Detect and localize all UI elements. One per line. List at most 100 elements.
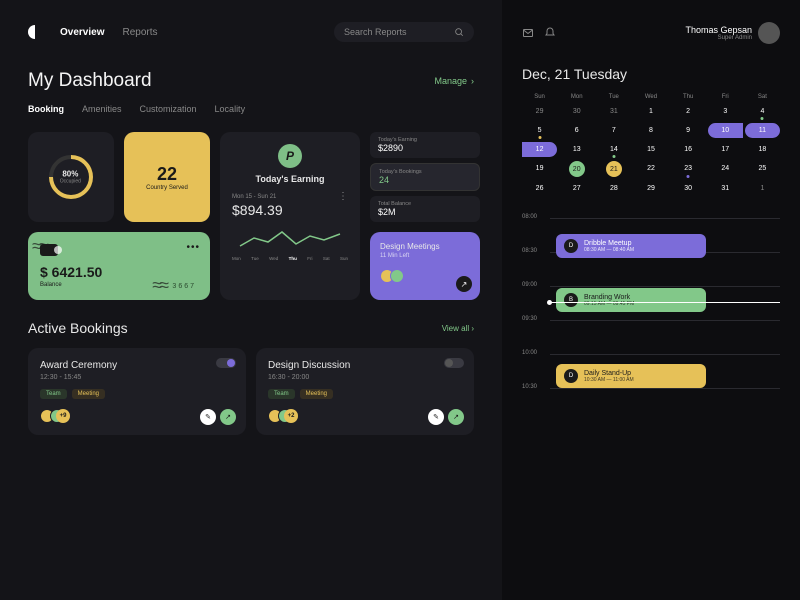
calendar-day[interactable]: 30 [559,104,594,119]
calendar-day[interactable]: 31 [596,104,631,119]
calendar-day[interactable]: 5 [522,123,557,138]
chip: Meeting [300,389,333,399]
calendar-day[interactable]: 11 [745,123,780,138]
topbar: Overview Reports Search Reports [28,22,474,42]
calendar-day[interactable]: 20 [569,161,585,177]
nav-overview[interactable]: Overview [60,27,104,38]
edit-icon[interactable]: ✎ [200,409,216,425]
tabs: Booking Amenities Customization Locality [28,104,474,114]
calendar-day[interactable]: 6 [559,123,594,138]
calendar-day[interactable]: 13 [559,142,594,157]
bell-icon[interactable] [544,27,556,39]
active-bookings-header: Active Bookings View all › [28,320,474,336]
booking-title: Award Ceremony [40,360,234,371]
nav: Overview Reports [60,27,158,38]
calendar-day[interactable]: 18 [745,142,780,157]
stat-card: Today's Bookings24 [370,163,480,191]
arrow-icon[interactable]: ↗ [456,276,472,292]
search-input[interactable]: Search Reports [334,22,474,42]
calendar-day[interactable]: 29 [633,181,668,196]
stats-column: Today's Earning$2890Today's Bookings24To… [370,132,480,222]
calendar-day[interactable]: 27 [559,181,594,196]
manage-link[interactable]: Manage › [434,76,474,86]
user-role: Super Admin [685,35,752,41]
calendar-day[interactable]: 23 [671,161,706,177]
calendar-date: Dec, 21 Tuesday [522,66,780,82]
timeline-hour: 08:00 [522,214,550,220]
side-topbar: Thomas Gepsan Super Admin [522,22,780,44]
booking-title: Design Discussion [268,360,462,371]
timeline-event[interactable]: DDribble Meetup08:30 AM — 08:40 AM [556,234,706,258]
toggle[interactable] [444,358,464,368]
calendar-day[interactable]: 12 [522,142,557,157]
edit-icon[interactable]: ✎ [428,409,444,425]
calendar-day[interactable]: 4 [745,104,780,119]
tab-booking[interactable]: Booking [28,104,64,114]
calendar-day[interactable]: 22 [633,161,668,177]
arrow-icon[interactable]: ↗ [448,409,464,425]
timeline-event[interactable]: DDaily Stand-Up10:30 AM — 11:00 AM [556,364,706,388]
timeline-hour: 09:00 [522,282,550,288]
main-panel: Overview Reports Search Reports My Dashb… [0,0,502,600]
mail-icon[interactable] [522,27,534,39]
calendar-day[interactable]: 31 [708,181,743,196]
balance-amount: $ 6421.50 [40,264,198,280]
toggle[interactable] [216,358,236,368]
calendar-day[interactable]: 3 [708,104,743,119]
chip: Team [40,389,67,399]
calendar-day[interactable]: 16 [671,142,706,157]
occupied-ring: 80%Occupied [40,146,102,208]
calendar-day[interactable]: 1 [745,181,780,196]
more-icon[interactable]: ⋮ [338,194,348,200]
paypal-icon: P [278,144,302,168]
booking-card[interactable]: Design Discussion16:30 - 20:00TeamMeetin… [256,348,474,435]
tab-amenities[interactable]: Amenities [82,104,122,114]
earning-title: Today's Earning [232,174,348,184]
calendar-day[interactable]: 8 [633,123,668,138]
earning-sparkline [232,226,348,252]
logo [28,25,42,39]
user-profile[interactable]: Thomas Gepsan Super Admin [685,22,780,44]
balance-last4: 3667 [172,283,196,290]
booking-time: 16:30 - 20:00 [268,374,462,381]
calendar-day[interactable]: 26 [522,181,557,196]
card-meeting[interactable]: Design Meetings 11 Min Left ↗ [370,232,480,300]
now-indicator [550,302,780,303]
calendar-day[interactable]: 17 [708,142,743,157]
dashboard-grid: 80%Occupied 22 Country Served P Today's … [28,132,474,300]
booking-time: 12:30 - 15:45 [40,374,234,381]
country-label: Country Served [146,185,188,191]
calendar-day[interactable]: 7 [596,123,631,138]
calendar-day[interactable]: 30 [671,181,706,196]
calendar-day[interactable]: 15 [633,142,668,157]
timeline-event[interactable]: BBranding Work09:15 AM — 09:45 PM [556,288,706,312]
calendar-day[interactable]: 14 [596,142,631,157]
calendar-day[interactable]: 10 [708,123,743,138]
user-name: Thomas Gepsan [685,25,752,35]
view-all-link[interactable]: View all › [442,324,474,333]
card-earning: P Today's Earning ⋮ Mon 15 - Sun 21 $894… [220,132,360,300]
event-icon: D [564,239,578,253]
calendar-day[interactable]: 9 [671,123,706,138]
calendar-day[interactable]: 2 [671,104,706,119]
booking-card[interactable]: Award Ceremony12:30 - 15:45TeamMeeting+9… [28,348,246,435]
earning-days: MonTueWedThuFriSatSun [232,256,348,261]
calendar-day[interactable]: 29 [522,104,557,119]
nav-reports[interactable]: Reports [122,27,157,38]
timeline-hour: 10:00 [522,350,550,356]
calendar-day[interactable]: 1 [633,104,668,119]
calendar-day[interactable]: 21 [606,161,622,177]
tab-locality[interactable]: Locality [215,104,246,114]
search-placeholder: Search Reports [344,27,407,37]
calendar-day[interactable]: 19 [522,161,557,177]
calendar-day[interactable]: 28 [596,181,631,196]
arrow-icon[interactable]: ↗ [220,409,236,425]
calendar-day[interactable]: 24 [708,161,743,177]
calendar-day[interactable]: 25 [745,161,780,177]
card-more-icon[interactable]: ••• [186,242,200,253]
earning-range: Mon 15 - Sun 21 [232,194,348,200]
side-icons [522,27,556,39]
card-balance: ≈≈ ≈≈ ••• $ 6421.50 Balance 3667 [28,232,210,300]
bookings-list: Award Ceremony12:30 - 15:45TeamMeeting+9… [28,348,474,435]
tab-customization[interactable]: Customization [140,104,197,114]
